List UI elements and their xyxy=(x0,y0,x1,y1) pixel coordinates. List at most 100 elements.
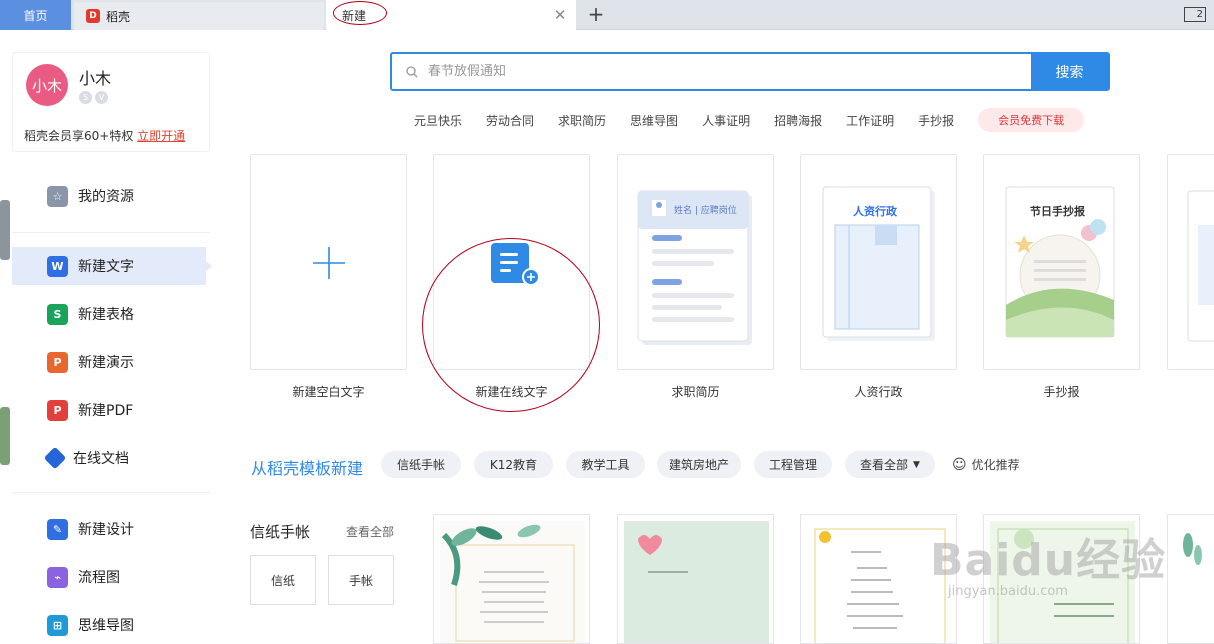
pdf-icon: P xyxy=(47,399,68,421)
sidebar-item-label: 新建文字 xyxy=(78,259,134,275)
chip-teaching[interactable]: 教学工具 xyxy=(566,451,645,478)
avatar[interactable]: 小木 xyxy=(26,64,68,106)
hot-keyword[interactable]: 思维导图 xyxy=(630,112,678,129)
card-label: 人资行政 xyxy=(854,385,903,399)
search-button[interactable]: 搜索 xyxy=(1031,54,1108,89)
sidebar-scroll-handle[interactable] xyxy=(0,200,10,260)
level-badge-icon: S xyxy=(79,91,92,104)
tab-bar: 首页 D 稻壳 新建 ✕ + 2 xyxy=(0,0,1214,30)
sidebar-item-label: 新建表格 xyxy=(78,307,134,323)
sidebar-item-online-doc[interactable]: 在线文档 xyxy=(12,439,206,477)
sidebar-item-new-pdf[interactable]: P 新建PDF xyxy=(12,391,206,429)
search-input[interactable] xyxy=(428,64,988,79)
handcopy-thumb-title: 节日手抄报 xyxy=(1030,205,1085,218)
sidebar-item-label: 流程图 xyxy=(78,570,120,586)
sidebar-item-label: 思维导图 xyxy=(78,618,134,634)
vip-badge-icon: V xyxy=(95,91,108,104)
card-handcopy[interactable]: 节日手抄报 xyxy=(983,154,1140,370)
template-thumb[interactable] xyxy=(617,514,774,644)
template-thumb[interactable] xyxy=(1167,514,1214,644)
chevron-down-icon: ▼ xyxy=(913,459,920,470)
sidebar-item-new-design[interactable]: ✎ 新建设计 xyxy=(12,510,206,548)
template-thumb[interactable] xyxy=(433,514,590,644)
card-new-blank[interactable] xyxy=(250,154,407,370)
chip-real-estate[interactable]: 建筑房地产 xyxy=(657,451,741,478)
hot-keyword[interactable]: 招聘海报 xyxy=(774,112,822,129)
window-count-icon[interactable]: 2 xyxy=(1184,7,1206,22)
resume-thumbnail xyxy=(637,190,752,345)
sidebar-item-label: 新建设计 xyxy=(78,522,134,538)
vip-open-link[interactable]: 立即开通 xyxy=(137,129,185,143)
flowchart-icon: ⌁ xyxy=(47,566,68,588)
letter-button[interactable]: 信纸 xyxy=(250,555,316,605)
chip-view-all[interactable]: 查看全部 ▼ xyxy=(845,451,935,478)
sheet-icon: S xyxy=(47,303,68,325)
hot-keyword[interactable]: 人事证明 xyxy=(702,112,750,129)
baidu-watermark: Baidu经验 xyxy=(930,535,1167,586)
sidebar-item-label: 我的资源 xyxy=(78,189,134,205)
hr-thumb-title: 人资行政 xyxy=(853,205,897,218)
divider xyxy=(12,492,210,493)
card-label: 求职简历 xyxy=(671,385,720,399)
chip-view-all-label: 查看全部 xyxy=(860,458,909,472)
card-hr[interactable]: 人资行政 xyxy=(800,154,957,370)
divider xyxy=(12,232,210,233)
design-icon: ✎ xyxy=(47,518,68,540)
sidebar-item-mindmap[interactable]: ⊞ 思维导图 xyxy=(12,606,206,644)
hot-keyword[interactable]: 元旦快乐 xyxy=(414,112,462,129)
hot-keyword[interactable]: 手抄报 xyxy=(918,112,954,129)
search-icon xyxy=(406,65,418,77)
journal-button[interactable]: 手帐 xyxy=(328,555,394,605)
vip-promo: 稻壳会员享60+特权 立即开通 xyxy=(24,127,185,144)
card-more[interactable] xyxy=(1167,154,1214,370)
template-section-title: 从稻壳模板新建 xyxy=(251,459,364,478)
tab-new[interactable]: 新建 ✕ xyxy=(326,0,576,30)
stationery-title: 信纸手帐 xyxy=(250,523,311,541)
add-tab-button[interactable]: + xyxy=(585,3,607,25)
resume-thumb-name: 姓名 | 应聘岗位 xyxy=(674,206,737,216)
sidebar-item-label: 新建PDF xyxy=(78,403,134,419)
tab-home[interactable]: 首页 xyxy=(0,0,71,30)
sidebar-item-new-ppt[interactable]: P 新建演示 xyxy=(12,343,206,381)
hot-keyword[interactable]: 求职简历 xyxy=(558,112,606,129)
profile-card: 小木 小木 S V 稻壳会员享60+特权 立即开通 xyxy=(12,52,210,152)
chip-k12[interactable]: K12教育 xyxy=(474,451,553,478)
annotation-circle-online xyxy=(422,238,600,412)
plant-stationery-thumbnail xyxy=(1174,521,1214,643)
baidu-watermark-url: jingyan.baidu.com xyxy=(948,584,1068,599)
smile-icon: ☺ xyxy=(952,456,967,473)
card-label: 新建空白文字 xyxy=(292,385,365,399)
sidebar-item-flowchart[interactable]: ⌁ 流程图 xyxy=(12,558,206,596)
user-name: 小木 xyxy=(79,69,112,88)
sidebar-item-new-sheet[interactable]: S 新建表格 xyxy=(12,295,206,333)
presentation-icon: P xyxy=(47,351,68,373)
card-label: 手抄报 xyxy=(1043,385,1080,399)
sidebar-item-label: 新建演示 xyxy=(78,355,134,371)
sidebar-item-new-doc[interactable]: W 新建文字 xyxy=(12,247,212,285)
chip-engineering[interactable]: 工程管理 xyxy=(754,451,832,478)
hr-thumbnail xyxy=(822,186,935,341)
close-icon[interactable]: ✕ xyxy=(552,7,568,23)
sidebar-item-my-resources[interactable]: ☆ 我的资源 xyxy=(12,177,206,215)
tab-daoke-label: 稻壳 xyxy=(106,9,131,24)
plus-icon xyxy=(313,247,345,279)
annotation-circle-tab xyxy=(333,0,387,25)
vip-download-button[interactable]: 会员免费下载 xyxy=(978,108,1085,132)
stationery-view-all-link[interactable]: 查看全部 xyxy=(346,523,394,540)
search-bar: 搜索 xyxy=(390,52,1110,91)
chip-stationery[interactable]: 信纸手帐 xyxy=(381,451,461,478)
hot-keywords: 元旦快乐 劳动合同 求职简历 思维导图 人事证明 招聘海报 工作证明 手抄报 会… xyxy=(414,108,1085,132)
leaf-stationery-thumbnail xyxy=(440,521,585,643)
more-thumbnail xyxy=(1187,190,1214,342)
tab-daoke[interactable]: D 稻壳 xyxy=(74,2,324,30)
sidebar-scroll-handle-2[interactable] xyxy=(0,407,10,465)
sidebar-item-label: 在线文档 xyxy=(73,451,129,467)
recommend-toggle[interactable]: ☺ 优化推荐 xyxy=(952,456,1020,473)
daoke-logo-icon: D xyxy=(86,9,100,23)
star-icon: ☆ xyxy=(47,185,68,207)
card-resume[interactable]: 姓名 | 应聘岗位 xyxy=(617,154,774,370)
hot-keyword[interactable]: 工作证明 xyxy=(846,112,894,129)
cloud-doc-icon xyxy=(43,446,67,470)
hot-keyword[interactable]: 劳动合同 xyxy=(486,112,534,129)
handcopy-thumbnail xyxy=(1005,186,1115,338)
